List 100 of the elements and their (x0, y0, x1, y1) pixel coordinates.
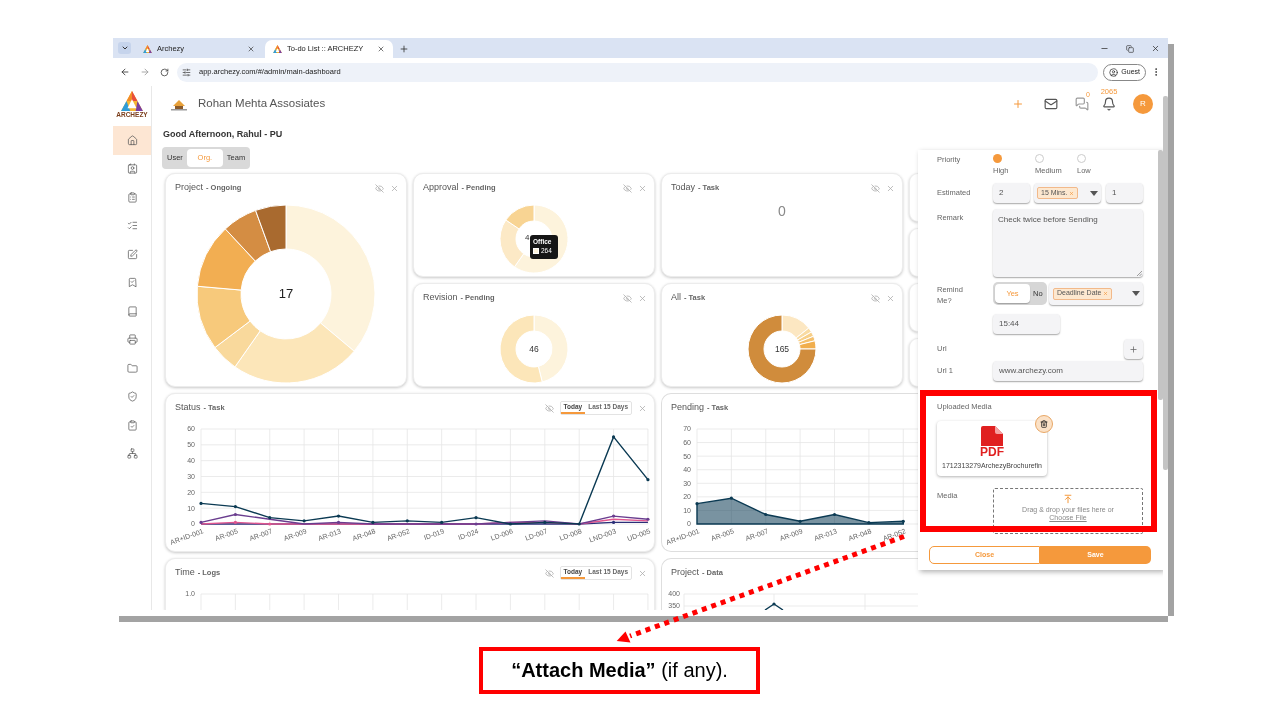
app-logo-icon (273, 45, 282, 53)
clipboard-check-icon (126, 419, 138, 431)
data-point (199, 501, 203, 505)
data-point (233, 520, 237, 524)
caret-icon (1132, 291, 1140, 296)
donut-total: 46 (529, 342, 539, 356)
data-point (268, 516, 272, 520)
site-settings-icon[interactable] (182, 67, 191, 77)
chevron-down-icon (120, 44, 129, 52)
eye-off-icon[interactable] (375, 183, 384, 193)
upload-icon (1063, 494, 1073, 504)
eye-off-icon[interactable] (623, 183, 632, 193)
eye-off-icon[interactable] (871, 293, 880, 303)
back-icon[interactable] (120, 67, 130, 77)
donut-slice (500, 315, 543, 383)
data-point (268, 522, 272, 526)
data-point (440, 520, 444, 524)
caret-icon (1090, 190, 1098, 196)
remove-icon[interactable] (1103, 291, 1109, 296)
reload-icon[interactable] (160, 67, 169, 77)
data-point (233, 512, 237, 517)
contact-card-icon (126, 163, 138, 175)
restore-icon[interactable] (1126, 44, 1134, 53)
data-point (764, 512, 768, 517)
bell-icon[interactable] (1102, 97, 1116, 111)
data-point (729, 496, 733, 500)
data-point (867, 521, 871, 525)
delete-button[interactable] (1035, 415, 1053, 433)
printer-icon (126, 334, 138, 346)
color-swatch-icon (533, 248, 539, 254)
chart-line (764, 602, 784, 610)
tab-list-button[interactable] (118, 42, 131, 54)
today-count: 0 (778, 203, 786, 219)
user-circle-icon (1109, 67, 1119, 77)
trash-icon (1040, 420, 1048, 428)
radio-icon[interactable] (1035, 154, 1044, 163)
add-url-button[interactable] (1124, 339, 1143, 359)
data-point (474, 516, 478, 520)
data-point (646, 517, 650, 521)
data-point (405, 519, 409, 523)
new-tab-icon[interactable] (399, 44, 409, 54)
data-point (233, 505, 237, 509)
url-field[interactable]: www.archezy.com (993, 361, 1143, 381)
close-icon[interactable] (377, 45, 385, 53)
eye-off-icon[interactable] (623, 293, 632, 303)
home-icon (126, 134, 138, 146)
data-point (901, 519, 905, 523)
bookmark-icon (126, 277, 138, 289)
scrollbar-thumb[interactable] (1163, 96, 1168, 470)
clipboard-icon (126, 191, 138, 203)
data-point (474, 522, 478, 526)
eye-off-icon[interactable] (544, 403, 554, 413)
data-point (371, 520, 375, 524)
book-icon (126, 305, 138, 317)
radio-icon[interactable] (993, 154, 1002, 163)
close-icon[interactable] (247, 45, 255, 53)
count-field[interactable]: 1 (1106, 183, 1143, 203)
network-icon (126, 448, 138, 460)
data-point (611, 435, 616, 439)
data-point (611, 514, 616, 518)
company-name: Rohan Mehta Assosiates (198, 96, 326, 112)
data-point (336, 520, 341, 524)
scrollbar-thumb[interactable] (1158, 150, 1163, 400)
edit-icon (126, 248, 138, 260)
eye-off-icon[interactable] (871, 183, 880, 193)
plus-icon (1129, 344, 1138, 354)
remark-field[interactable]: Check twice before Sending (993, 209, 1143, 277)
data-point (611, 520, 616, 524)
greeting-text: Good Afternoon, Rahul - PU (163, 129, 283, 139)
document-icon (981, 426, 1003, 446)
data-point (577, 522, 581, 526)
data-point (508, 522, 512, 526)
app-logo-icon (143, 45, 152, 53)
sidebar-item[interactable] (113, 126, 151, 155)
data-point (832, 512, 837, 517)
mail-icon[interactable] (1044, 97, 1058, 111)
company-logo-icon (170, 97, 188, 111)
estimate-field[interactable]: 2 (993, 183, 1030, 203)
folder-icon (126, 362, 138, 374)
data-point (199, 520, 203, 524)
close-icon[interactable] (1151, 44, 1160, 53)
donut-total: 165 (774, 342, 790, 356)
add-icon[interactable] (1012, 98, 1024, 110)
checklist-icon (126, 220, 138, 232)
data-point (646, 478, 650, 482)
app-logo-icon (121, 91, 143, 111)
shield-icon (126, 391, 138, 403)
radio-icon[interactable] (1077, 154, 1086, 163)
forward-icon[interactable] (140, 67, 150, 77)
file-type-label: PDF (980, 446, 1004, 458)
data-point (336, 514, 341, 518)
remove-icon[interactable] (1069, 190, 1075, 196)
callout-label: “Attach Media” (if any). (479, 647, 760, 694)
data-point (302, 519, 306, 523)
resize-grip-icon (1137, 271, 1142, 276)
eye-off-icon[interactable] (544, 568, 554, 578)
data-point (543, 520, 547, 524)
time-field[interactable]: 15:44 (993, 314, 1060, 334)
chat-bubbles-icon[interactable] (1075, 97, 1089, 111)
data-point (798, 519, 802, 523)
